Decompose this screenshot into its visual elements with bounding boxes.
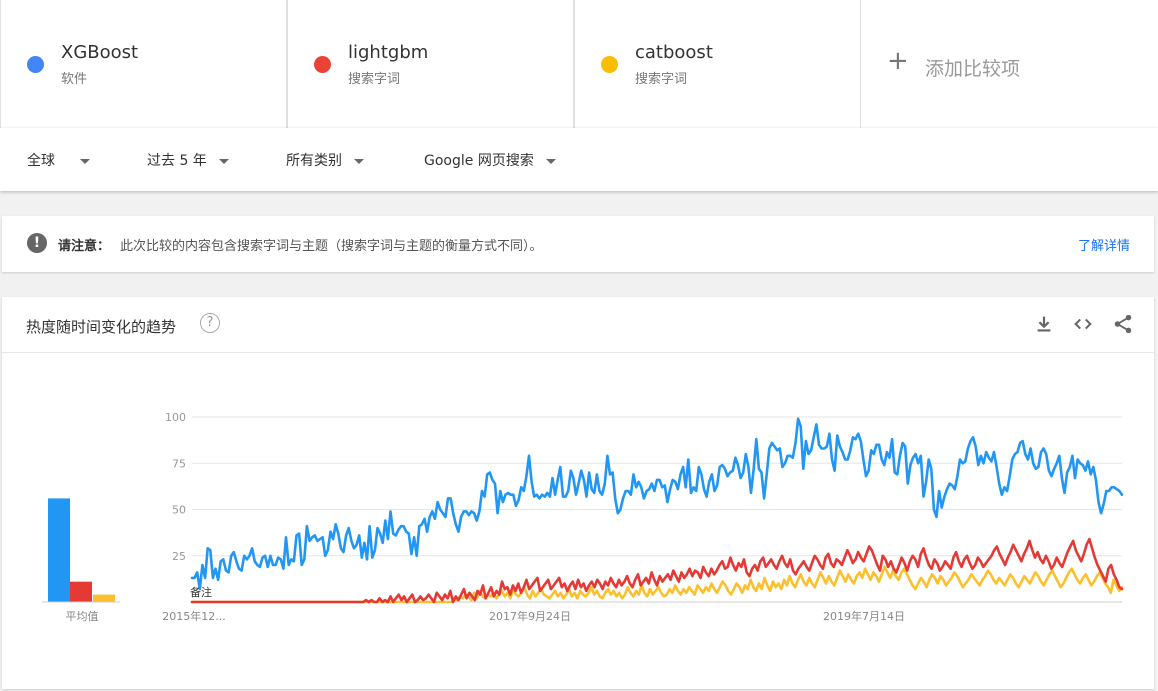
learn-more-link[interactable]: 了解详情 (1078, 235, 1130, 254)
chevron-down-icon (354, 158, 364, 164)
notice-banner: ! 请注意： 此次比较的内容包含搜索字词与主题（搜索字词与主题的衡量方式不同）。… (2, 216, 1154, 272)
term-type: 软件 (61, 72, 88, 87)
category-value: 所有类别 (286, 153, 342, 169)
series-lines (190, 417, 1124, 604)
term-type: 搜索字词 (635, 72, 688, 87)
notice-text: 此次比较的内容包含搜索字词与主题（搜索字词与主题的衡量方式不同）。 (120, 239, 543, 254)
filter-bar: 全球 过去 5 年 所有类别 Google 网页搜索 (0, 128, 1158, 191)
term-name[interactable]: catboost (635, 42, 713, 63)
add-comparison-button[interactable]: + 添加比较项 (861, 0, 1158, 128)
compare-bar: XGBoost 软件 lightgbm 搜索字词 catboost 搜索字词 +… (0, 0, 1158, 129)
region-dropdown[interactable]: 全球 (27, 150, 90, 170)
y-tick-label: 75 (172, 457, 186, 470)
y-tick-label: 50 (172, 504, 186, 517)
chevron-down-icon (545, 158, 556, 164)
term-name[interactable]: XGBoost (61, 42, 138, 63)
series-color-dot (27, 56, 44, 73)
average-bar (70, 581, 92, 602)
average-bars (42, 498, 120, 603)
chevron-down-icon (218, 158, 229, 164)
note-label: 备注 (190, 585, 212, 599)
term-type: 搜索字词 (348, 72, 401, 87)
category-dropdown[interactable]: 所有类别 (286, 150, 364, 170)
chevron-down-icon (80, 158, 90, 164)
grid-lines (192, 416, 1122, 603)
notice-title: 请注意： (58, 239, 111, 254)
average-label: 平均值 (66, 610, 99, 623)
term-name[interactable]: lightgbm (348, 42, 428, 63)
search-type-dropdown[interactable]: Google 网页搜索 (424, 150, 556, 170)
x-tick-label: 2015年12... (162, 609, 225, 623)
time-range-dropdown[interactable]: 过去 5 年 (147, 150, 229, 170)
interest-over-time-card: 热度随时间变化的趋势 ? 25 50 75 100 2015年12... 2017年9月2… (2, 297, 1154, 689)
plus-icon: + (887, 46, 909, 76)
search-type-value: Google 网页搜索 (424, 153, 534, 169)
add-comparison-label: 添加比较项 (925, 58, 1021, 80)
x-tick-label: 2017年9月24日 (489, 609, 571, 623)
term-card-lightgbm[interactable]: lightgbm 搜索字词 (287, 0, 574, 128)
y-tick-label: 25 (172, 550, 186, 563)
region-value: 全球 (27, 153, 55, 169)
warning-icon: ! (27, 233, 47, 253)
series-color-dot (314, 56, 331, 73)
term-card-xgboost[interactable]: XGBoost 软件 (0, 0, 287, 128)
average-bar (93, 594, 115, 602)
series-line-lightgbm (190, 537, 1124, 604)
time-range-value: 过去 5 年 (147, 153, 207, 169)
y-tick-label: 100 (165, 411, 186, 424)
x-tick-label: 2019年7月14日 (823, 609, 905, 623)
series-color-dot (601, 56, 618, 73)
trend-chart: 25 50 75 100 2015年12... 2017年9月24日 2019年7月14日 备… (42, 411, 1124, 623)
average-bar (48, 498, 70, 602)
term-card-catboost[interactable]: catboost 搜索字词 (574, 0, 861, 128)
